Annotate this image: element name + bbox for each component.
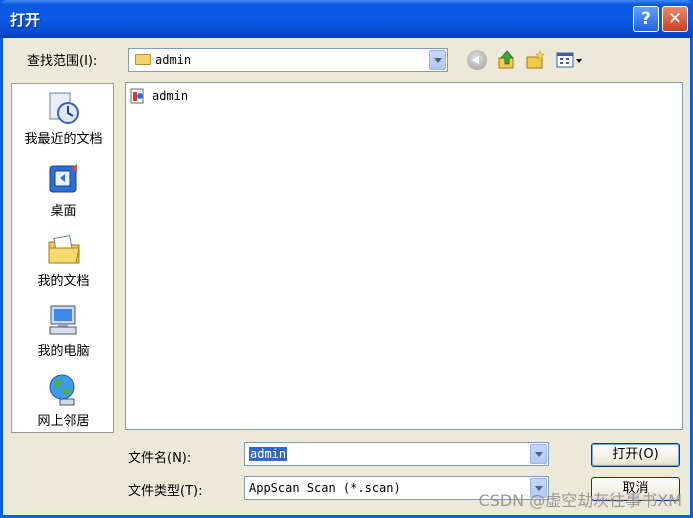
chevron-down-icon[interactable] xyxy=(429,50,446,70)
close-button[interactable]: ✕ xyxy=(662,6,688,32)
place-network[interactable]: 网上邻居 xyxy=(12,372,115,429)
look-in-value: admin xyxy=(155,53,192,67)
folder-icon xyxy=(135,54,151,65)
views-menu-icon[interactable] xyxy=(556,50,584,70)
network-icon xyxy=(49,374,74,406)
title-bar[interactable]: 打开 ? ✕ xyxy=(0,0,693,38)
chevron-down-icon[interactable] xyxy=(530,444,547,464)
open-button[interactable]: 打开(O) xyxy=(591,443,680,467)
place-label: 我最近的文档 xyxy=(24,132,103,147)
look-in-combo[interactable]: admin xyxy=(128,48,448,72)
file-name-value: admin xyxy=(249,447,288,461)
file-name: admin xyxy=(152,89,189,103)
place-label: 桌面 xyxy=(50,204,77,219)
my-computer-icon xyxy=(49,305,76,335)
look-in-label: 查找范围(I): xyxy=(27,54,98,69)
new-folder-icon[interactable] xyxy=(525,50,545,70)
file-name-field[interactable]: admin xyxy=(244,442,549,466)
place-my-documents[interactable]: 我的文档 xyxy=(12,232,115,289)
file-list[interactable]: admin xyxy=(125,82,683,430)
file-type-label: 文件类型(T): xyxy=(128,484,203,499)
up-folder-icon[interactable] xyxy=(497,50,517,70)
dialog-body: 查找范围(I): admin 我最近的文档 桌面 我的文档 我的电脑 网上邻居 … xyxy=(3,38,690,515)
desktop-icon xyxy=(49,164,77,193)
place-my-computer[interactable]: 我的电脑 xyxy=(12,302,115,359)
file-type-value: AppScan Scan (*.scan) xyxy=(249,481,401,495)
scan-file-icon xyxy=(130,88,144,104)
back-icon[interactable] xyxy=(467,50,487,70)
place-label: 网上邻居 xyxy=(37,414,90,429)
place-label: 我的文档 xyxy=(37,274,90,289)
my-documents-icon xyxy=(48,235,80,264)
place-desktop[interactable]: 桌面 xyxy=(12,162,115,219)
recent-documents-icon xyxy=(49,92,79,124)
window-title: 打开 xyxy=(10,11,41,29)
place-label: 我的电脑 xyxy=(37,344,90,359)
watermark-text: CSDN @虚空劫灰往事书XM xyxy=(478,491,682,510)
place-recent-documents[interactable]: 我最近的文档 xyxy=(12,90,115,147)
places-bar: 我最近的文档 桌面 我的文档 我的电脑 网上邻居 xyxy=(11,83,114,433)
file-name-label: 文件名(N): xyxy=(128,451,192,466)
help-button[interactable]: ? xyxy=(633,6,659,32)
open-dialog: 打开 ? ✕ 查找范围(I): admin 我最近的文档 桌面 我的文档 我的电… xyxy=(0,0,693,518)
